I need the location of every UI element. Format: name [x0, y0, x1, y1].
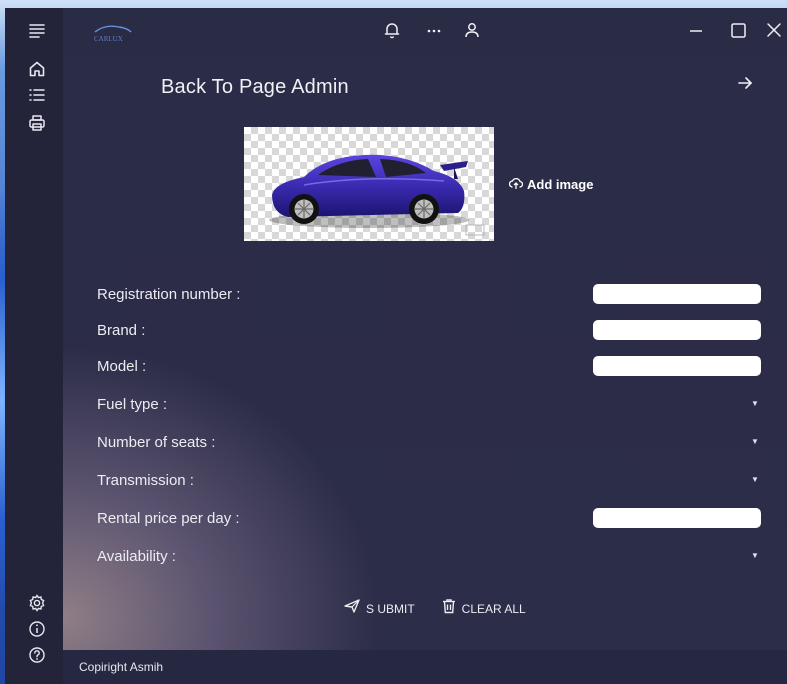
user-icon[interactable] [459, 20, 485, 46]
model-input[interactable] [593, 356, 761, 376]
car-image [244, 127, 494, 241]
print-icon[interactable] [25, 114, 49, 138]
add-image-label: Add image [527, 177, 594, 192]
submit-button[interactable]: S UBMIT [343, 598, 415, 619]
content-panel: Back To Page Admin Add image Registratio… [63, 58, 787, 684]
app-logo: CARLUX [89, 22, 135, 44]
svg-text:CARLUX: CARLUX [94, 35, 123, 43]
form-row-rental-price: Rental price per day : [97, 508, 761, 532]
submit-label: S UBMIT [366, 601, 415, 616]
more-icon[interactable] [421, 20, 447, 46]
minimize-icon[interactable] [683, 20, 709, 46]
form-row-model: Model : [97, 356, 761, 380]
form-actions: S UBMIT CLEAR ALL [343, 598, 526, 619]
copyright-text: Copiright Asmih [79, 660, 164, 674]
form-row-fuel-type: Fuel type : ▼ [97, 394, 761, 418]
availability-dropdown[interactable]: ▼ [749, 550, 761, 562]
menu-icon[interactable] [25, 22, 49, 46]
form-row-seats: Number of seats : ▼ [97, 432, 761, 456]
model-label: Model : [97, 358, 147, 375]
home-icon[interactable] [25, 60, 49, 84]
form-row-brand: Brand : [97, 320, 761, 344]
bell-icon[interactable] [379, 20, 405, 46]
close-icon[interactable] [761, 20, 787, 46]
list-icon[interactable] [25, 86, 49, 110]
clear-all-label: CLEAR ALL [461, 601, 526, 616]
page-title: Back To Page Admin [161, 76, 349, 98]
seats-dropdown[interactable]: ▼ [749, 436, 761, 448]
brand-label: Brand : [97, 322, 146, 339]
arrow-right-icon[interactable] [733, 74, 757, 98]
maximize-icon[interactable] [725, 20, 751, 46]
registration-label: Registration number : [97, 286, 241, 303]
form-row-transmission: Transmission : ▼ [97, 470, 761, 494]
trash-icon [441, 598, 457, 619]
transmission-dropdown[interactable]: ▼ [749, 474, 761, 486]
add-image-button[interactable]: Add image [508, 176, 594, 193]
rental-price-label: Rental price per day : [97, 510, 240, 527]
fuel-type-dropdown[interactable]: ▼ [749, 398, 761, 410]
seats-label: Number of seats : [97, 434, 216, 451]
send-icon [343, 598, 361, 619]
rental-price-input[interactable] [593, 508, 761, 528]
app-window: CARLUX Back To Page Admin Add image Regi… [5, 8, 787, 684]
brand-input[interactable] [593, 320, 761, 340]
upload-cloud-icon [508, 176, 524, 193]
form-row-registration: Registration number : [97, 284, 761, 308]
clear-all-button[interactable]: CLEAR ALL [441, 598, 526, 619]
fuel-type-label: Fuel type : [97, 396, 168, 413]
car-illustration [269, 154, 485, 236]
transmission-label: Transmission : [97, 472, 194, 489]
availability-label: Availability : [97, 548, 176, 565]
info-icon[interactable] [25, 620, 49, 644]
left-rail [5, 8, 63, 684]
registration-input[interactable] [593, 284, 761, 304]
title-bar: CARLUX [63, 8, 787, 58]
footer: Copiright Asmih [63, 650, 787, 684]
form-row-availability: Availability : ▼ [97, 546, 761, 570]
settings-icon[interactable] [25, 594, 49, 618]
help-icon[interactable] [25, 646, 49, 670]
